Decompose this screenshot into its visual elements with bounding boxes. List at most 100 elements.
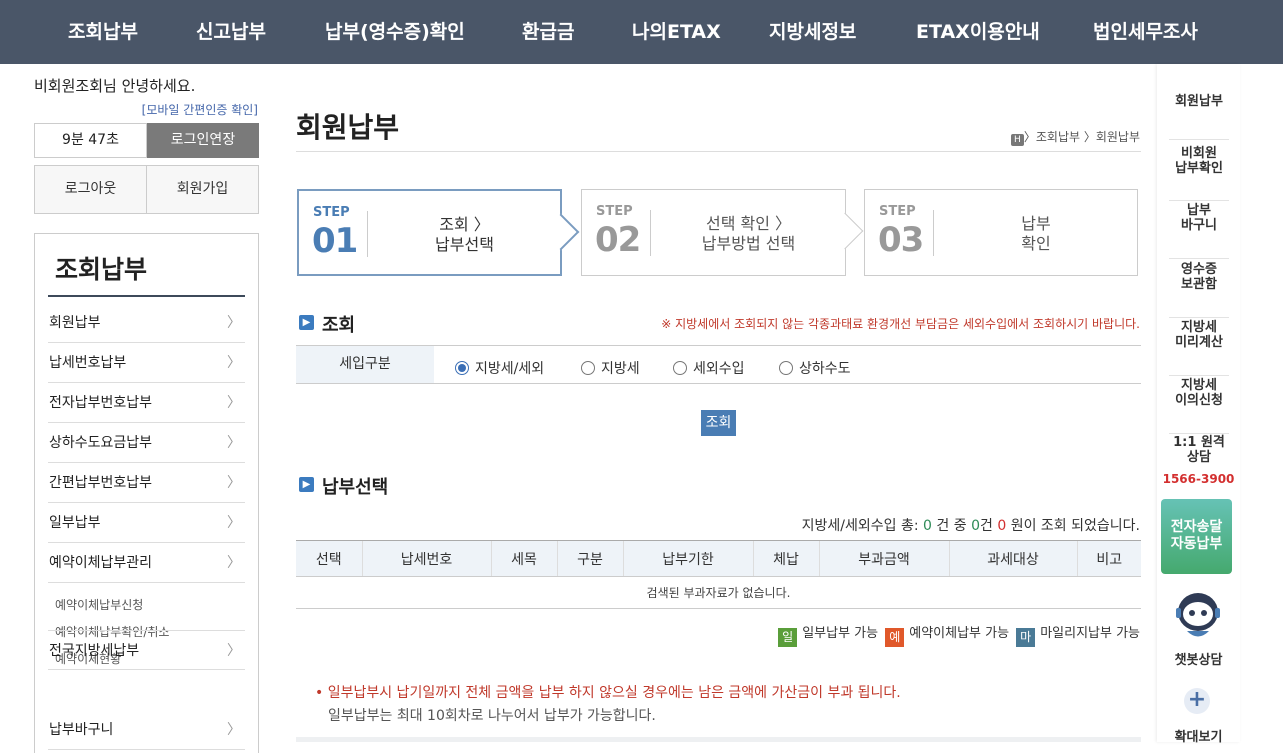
quick-label: 비회원 납부확인 (1175, 146, 1223, 176)
nav-my-etax[interactable]: 나의ETAX (632, 0, 721, 64)
table-header-row: 선택 납세번호 세목 구분 납부기한 체납 부과금액 과세대상 비고 (296, 540, 1141, 577)
quick-basket[interactable]: 납부 바구니 (1169, 201, 1229, 259)
nav-inquiry-payment[interactable]: 조회납부 (68, 0, 138, 64)
consult-phone: 1566-3900 (1162, 472, 1235, 486)
sidebar-item-nationwide[interactable]: 전국지방세납부 〉 (48, 630, 245, 670)
legend-text: 마일리지납부 가능 (1040, 626, 1140, 641)
chevron-right-icon: 〉 (227, 515, 241, 531)
sidebar-item-basket[interactable]: 납부바구니 〉 (48, 710, 245, 750)
scheduled-transfer-badge: 예 (885, 628, 905, 647)
step-line-1: 선택 확인 〉 (705, 214, 792, 233)
column-header: 선택 (296, 540, 362, 577)
quick-receipt-box[interactable]: 영수증 보관함 (1169, 260, 1229, 318)
divider (650, 210, 651, 256)
radio-local-tax[interactable]: 지방세 (581, 358, 640, 378)
step-1: STEP 01 조회 〉 납부선택 (297, 189, 580, 276)
sidebar-item-electronic-number[interactable]: 전자납부번호납부 〉 (48, 383, 245, 423)
radio-water[interactable]: 상하수도 (779, 358, 851, 378)
sidebar-item-label: 전국지방세납부 (49, 643, 140, 659)
sidebar-menu: 조회납부 회원납부 〉 납세번호납부 〉 전자납부번호납부 〉 상하수도요금납부 〉 간… (34, 233, 259, 753)
partial-payment-badge: 일 (778, 628, 798, 647)
sidebar-item-tax-number[interactable]: 납세번호납부 〉 (48, 343, 245, 383)
payment-table: 선택 납세번호 세목 구분 납부기한 체납 부과금액 과세대상 비고 검색된 부… (296, 540, 1141, 609)
sidebar-item-simple-number[interactable]: 간편납부번호납부 〉 (48, 463, 245, 503)
quick-menu: 회원납부 비회원 납부확인 납부 바구니 영수증 보관함 지방세 미리계산 지방… (1157, 64, 1240, 745)
step-text: 선택 확인 〉 납부방법 선택 (652, 214, 845, 254)
nav-refund[interactable]: 환급금 (522, 0, 574, 64)
chatbot-label[interactable]: 챗봇상담 (1157, 649, 1240, 668)
sidebar-item-partial-payment[interactable]: 일부납부 〉 (48, 503, 245, 543)
legend-text: 예약이체납부 가능 (909, 626, 1010, 641)
step-3: STEP 03 납부 확인 (864, 189, 1138, 276)
radio-icon (779, 361, 793, 375)
partial-payment-warning: • 일부납부시 납기일까지 전체 금액을 납부 하지 않으실 경우에는 남은 금… (315, 685, 901, 701)
step-number: 03 (878, 220, 924, 260)
logout-button[interactable]: 로그아웃 (35, 166, 146, 213)
quick-label: 납부 바구니 (1181, 203, 1217, 233)
zoom-in-icon[interactable]: + (1184, 688, 1210, 714)
quick-member-payment[interactable]: 회원납부 (1169, 92, 1229, 140)
step-number: 02 (595, 220, 641, 260)
e-delivery-auto-pay-button[interactable]: 전자송달 자동납부 (1161, 499, 1232, 574)
sidebar-item-label: 일부납부 (49, 515, 101, 531)
radio-nontax-revenue[interactable]: 세외수입 (673, 358, 745, 378)
sidebar-item-label: 납세번호납부 (49, 355, 127, 371)
sidebar-item-member-payment[interactable]: 회원납부 〉 (48, 303, 245, 343)
sidebar-subitem-apply[interactable]: 예약이체납부신청 (55, 596, 143, 613)
nav-report-payment[interactable]: 신고납부 (196, 0, 266, 64)
login-extend-button[interactable]: 로그인연장 (147, 123, 259, 158)
breadcrumb-path: 〉조회납부 〉회원납부 (1023, 130, 1140, 144)
nav-receipt-check[interactable]: 납부(영수증)확인 (325, 0, 465, 64)
column-header: 과세대상 (948, 540, 1077, 577)
page-title: 회원납부 (296, 111, 400, 144)
payment-legend: 일 일부납부 가능 예 예약이체납부 가능 마 마일리지납부 가능 (775, 622, 1140, 647)
nav-local-tax-info[interactable]: 지방세정보 (769, 0, 856, 64)
column-header: 납세번호 (361, 540, 491, 577)
sidebar-item-scheduled-transfer[interactable]: 예약이체납부관리 〉 (48, 543, 245, 583)
chevron-right-icon: 〉 (227, 643, 241, 659)
nav-corporate-audit[interactable]: 법인세무조사 (1093, 0, 1198, 64)
divider (367, 211, 368, 257)
breadcrumb: H 〉조회납부 〉회원납부 (1010, 128, 1140, 146)
quick-objection[interactable]: 지방세 이의신청 (1169, 376, 1229, 434)
nav-etax-guide[interactable]: ETAX이용안내 (916, 0, 1040, 64)
quick-tax-calculator[interactable]: 지방세 미리계산 (1169, 318, 1229, 376)
mileage-payment-badge: 마 (1016, 628, 1036, 647)
total-amount: 0 (997, 518, 1007, 534)
radio-icon (581, 361, 595, 375)
quick-remote-consult[interactable]: 1:1 원격 상담 (1169, 435, 1229, 471)
sidebar-item-label: 예약이체납부관리 (49, 555, 153, 571)
summary-text: 건 (980, 518, 993, 534)
join-button[interactable]: 회원가입 (147, 166, 258, 213)
chatbot-icon[interactable] (1173, 584, 1223, 644)
greeting: 비회원조회님 안녕하세요. (34, 75, 195, 96)
column-header: 구분 (556, 540, 623, 577)
sidebar-item-label: 상하수도요금납부 (49, 435, 153, 451)
quick-nonmember-check[interactable]: 비회원 납부확인 (1169, 143, 1229, 201)
sidebar-item-label: 납부바구니 (49, 722, 114, 738)
step-line-2: 확인 (1021, 234, 1051, 253)
bottom-panel (296, 737, 1141, 742)
quick-label: 지방세 이의신청 (1175, 378, 1223, 408)
mobile-auth-link[interactable]: [모바일 간편인증 확인] (142, 101, 258, 118)
step-label: STEP (879, 204, 916, 219)
search-button[interactable]: 조회 (701, 410, 736, 436)
radio-label: 지방세 (601, 361, 640, 377)
step-line-2: 납부방법 선택 (701, 234, 796, 253)
sidebar-item-water-bill[interactable]: 상하수도요금납부 〉 (48, 423, 245, 463)
summary-text: 건 중 (936, 518, 967, 534)
sidebar-title: 조회납부 (55, 255, 148, 284)
radio-selected-icon (455, 361, 469, 375)
radio-local-and-nontax[interactable]: 지방세/세외 (455, 358, 544, 378)
radio-label: 지방세/세외 (475, 361, 545, 377)
radio-label: 상하수도 (799, 361, 851, 377)
empty-message: 검색된 부과자료가 없습니다. (296, 576, 1141, 609)
selected-count: 0 (971, 518, 980, 534)
zoom-label[interactable]: 확대보기 (1157, 726, 1240, 745)
total-count: 0 (923, 518, 932, 534)
home-icon[interactable]: H (1010, 134, 1024, 146)
result-summary: 지방세/세외수입 총: 0 건 중 0건 0 원이 조회 되었습니다. (802, 515, 1140, 535)
sidebar-item-label: 전자납부번호납부 (49, 395, 153, 411)
chevron-right-icon: 〉 (227, 395, 241, 411)
chevron-right-icon: 〉 (227, 435, 241, 451)
